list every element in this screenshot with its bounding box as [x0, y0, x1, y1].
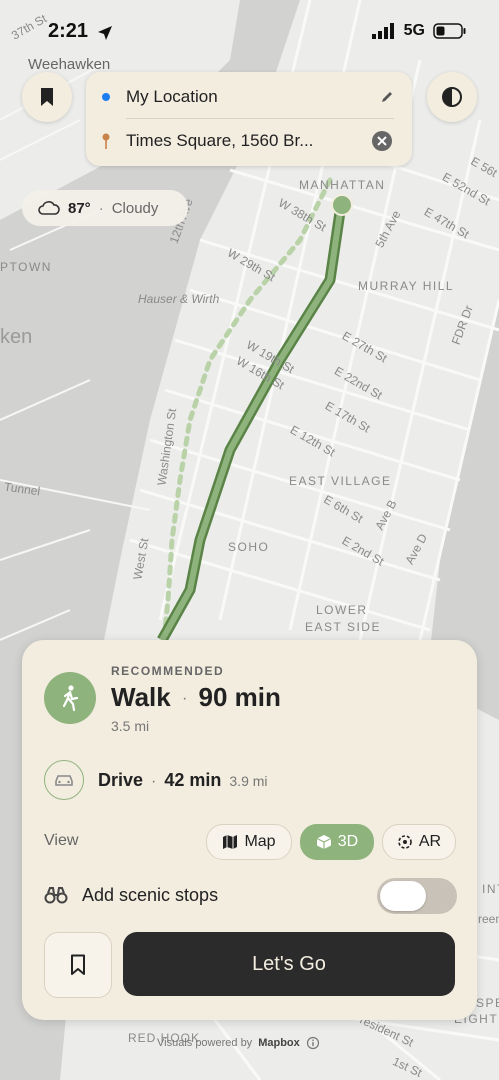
- weather-temp: 87°: [68, 199, 91, 217]
- view-label: View: [44, 832, 79, 849]
- map-label-manhattan: MANHATTAN: [299, 178, 386, 192]
- map-icon: [223, 835, 238, 849]
- view-selector: View Map 3D AR: [44, 824, 456, 860]
- clear-destination-button[interactable]: [372, 131, 392, 151]
- car-icon: [55, 775, 73, 786]
- attribution-text: Visuals powered by: [157, 1037, 253, 1049]
- contrast-icon: [442, 87, 462, 107]
- ar-icon: [398, 835, 412, 849]
- scenic-stops-row: Add scenic stops: [44, 876, 457, 916]
- bookmark-outline-icon: [71, 954, 85, 975]
- info-icon[interactable]: [306, 1036, 320, 1050]
- view-map-button[interactable]: Map: [206, 824, 292, 860]
- view-3d-button[interactable]: 3D: [300, 824, 374, 860]
- map-attribution: Visuals powered by Mapbox: [157, 1036, 320, 1050]
- toggle-knob: [380, 881, 426, 911]
- bookmark-icon: [41, 88, 53, 106]
- map-label-soho: SOHO: [228, 540, 270, 554]
- scenic-stops-label: Add scenic stops: [82, 885, 219, 905]
- lets-go-label: Let's Go: [252, 952, 326, 975]
- status-bar: 2:21 5G: [0, 0, 499, 60]
- drive-mode-button[interactable]: [44, 760, 84, 800]
- walk-separator: ·: [181, 690, 188, 708]
- map-label-uptown: PTOWN: [0, 260, 52, 274]
- map-label-spe: SPE: [476, 996, 499, 1010]
- attribution-brand: Mapbox: [258, 1037, 300, 1049]
- theme-toggle-button[interactable]: [427, 72, 477, 122]
- lets-go-button[interactable]: Let's Go: [123, 932, 455, 996]
- destination-pin-icon: [102, 133, 110, 149]
- save-route-button[interactable]: [44, 932, 112, 998]
- recommended-label: RECOMMENDED: [111, 664, 225, 678]
- route-search-card: My Location Times Square, 1560 Br...: [86, 72, 412, 166]
- map-label-murray-hill: MURRAY HILL: [358, 279, 455, 293]
- walk-mode-label: Walk: [111, 682, 171, 712]
- map-label-east-side: EAST SIDE: [305, 620, 381, 634]
- map-label-east-village: EAST VILLAGE: [289, 474, 392, 488]
- view-3d-label: 3D: [337, 833, 359, 850]
- weather-condition: Cloudy: [111, 199, 159, 217]
- saved-places-button[interactable]: [22, 72, 72, 122]
- origin-text: My Location: [126, 87, 218, 106]
- drive-mode-label: Drive: [98, 770, 144, 790]
- drive-distance: 3.9 mi: [229, 773, 268, 789]
- weather-chip: 87° · Cloudy: [22, 190, 188, 226]
- walk-distance: 3.5 mi: [111, 718, 150, 734]
- status-icons: 5G: [371, 22, 467, 40]
- map-label-hauser-wirth: Hauser & Wirth: [138, 292, 220, 306]
- battery-icon: [433, 23, 466, 39]
- location-dot-icon: [102, 93, 110, 101]
- walk-icon: [62, 685, 79, 712]
- binoculars-icon: [44, 887, 68, 904]
- signal-icon: [371, 23, 394, 39]
- map-label-green: reen: [478, 912, 499, 926]
- destination-text: Times Square, 1560 Br...: [126, 131, 314, 150]
- network-type: 5G: [403, 22, 425, 39]
- drive-option[interactable]: Drive · 42 min 3.9 mi: [98, 770, 268, 791]
- location-arrow-icon: [98, 26, 112, 40]
- cube-icon: [316, 835, 332, 849]
- view-ar-label: AR: [418, 833, 442, 850]
- walk-time: 90 min: [198, 682, 281, 712]
- destination-field[interactable]: Times Square, 1560 Br...: [86, 118, 412, 164]
- walk-summary: Walk · 90 min: [111, 682, 281, 713]
- status-time: 2:21: [48, 20, 89, 42]
- destination-marker: [331, 194, 353, 216]
- clear-x-icon: [377, 136, 387, 146]
- map-label-lower: LOWER: [316, 603, 368, 617]
- origin-field[interactable]: My Location: [86, 74, 412, 120]
- drive-separator: ·: [151, 773, 157, 790]
- route-options-panel: RECOMMENDED Walk · 90 min 3.5 mi Drive ·…: [22, 640, 477, 1020]
- walk-mode-button[interactable]: [44, 672, 96, 724]
- drive-time: 42 min: [164, 770, 222, 790]
- edit-pencil-icon[interactable]: [380, 90, 394, 104]
- scenic-stops-toggle[interactable]: [377, 878, 457, 914]
- cloud-icon: [38, 201, 60, 215]
- view-map-label: Map: [244, 833, 276, 850]
- view-ar-button[interactable]: AR: [382, 824, 456, 860]
- map-label-ken: ken: [0, 326, 33, 348]
- map-label-int: INT: [482, 882, 499, 896]
- weather-separator: ·: [98, 199, 104, 217]
